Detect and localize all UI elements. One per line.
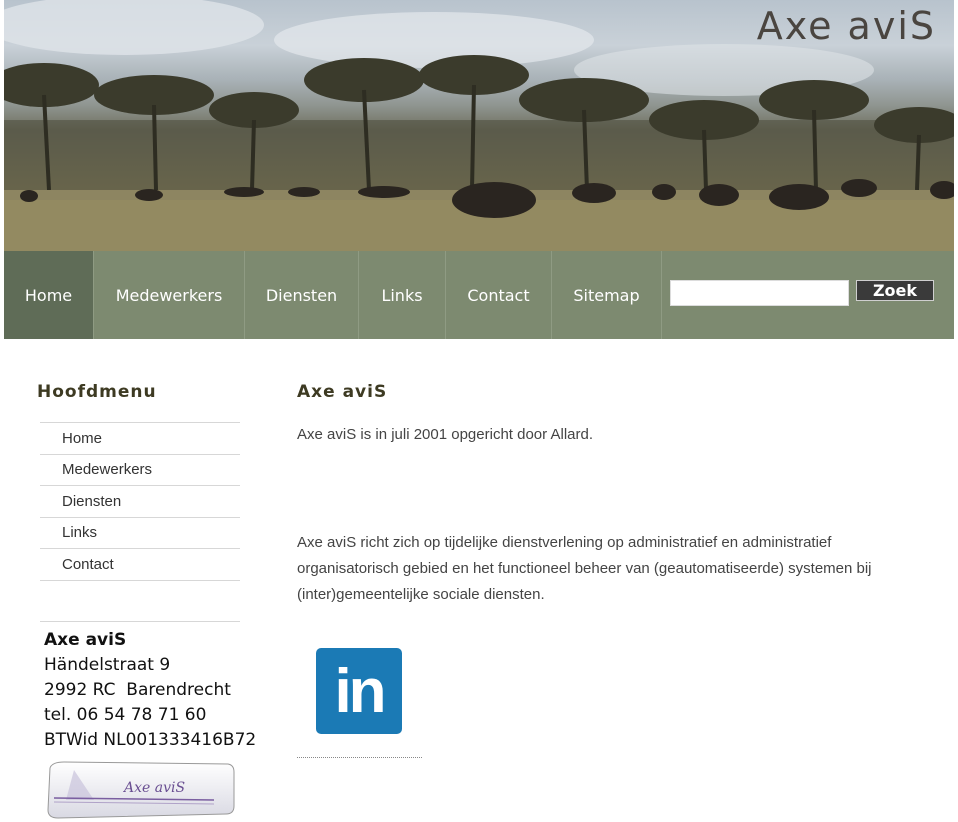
sidebar-item-label: Contact [62, 555, 114, 573]
nav-item-medewerkers[interactable]: Medewerkers [94, 251, 245, 339]
sidebar-item-contact[interactable]: Contact [40, 549, 240, 581]
sidebar-divider [40, 621, 240, 622]
sidebar-item-diensten[interactable]: Diensten [40, 486, 240, 518]
address-phone: tel. 06 54 78 71 60 [44, 705, 207, 725]
nav-item-home[interactable]: Home [4, 251, 94, 339]
main-navigation: Home Medewerkers Diensten Links Contact … [4, 251, 954, 339]
nav-item-diensten[interactable]: Diensten [245, 251, 359, 339]
intro-text: Axe aviS is in juli 2001 opgericht door … [297, 426, 594, 443]
header-banner: Axe aviS [4, 0, 954, 251]
page-title: Axe aviS [297, 382, 388, 402]
company-address: Axe aviS Händelstraat 9 2992 RC Barendre… [44, 628, 256, 753]
sidebar-item-label: Home [62, 429, 103, 447]
sidebar-item-label: Diensten [62, 492, 122, 510]
sidebar-item-links[interactable]: Links [40, 518, 240, 549]
nav-item-sitemap[interactable]: Sitemap [552, 251, 662, 339]
search-button[interactable]: Zoek [856, 280, 934, 301]
sidebar-item-label: Links [62, 524, 98, 542]
nav-item-links[interactable]: Links [359, 251, 446, 339]
description-text: Axe aviS richt zich op tijdelijke dienst… [297, 534, 872, 603]
logo-text: Axe aviS [122, 780, 185, 796]
address-street: Händelstraat 9 [44, 655, 171, 675]
company-logo: Axe aviS [47, 761, 235, 819]
nav-item-contact[interactable]: Contact [446, 251, 552, 339]
linkedin-icon[interactable]: in [316, 648, 402, 734]
search-input[interactable] [670, 280, 849, 306]
page: Axe aviS Home Medewerkers Diensten Links… [0, 0, 958, 822]
sidebar-title: Hoofdmenu [37, 382, 157, 402]
sidebar-item-medewerkers[interactable]: Medewerkers [40, 455, 240, 486]
address-city: 2992 RC Barendrecht [44, 680, 231, 700]
sidebar-item-home[interactable]: Home [40, 423, 240, 455]
sidebar-item-label: Medewerkers [62, 461, 153, 479]
address-company: Axe aviS [44, 630, 127, 650]
linkedin-icon-glyph: in [334, 656, 386, 726]
site-title: Axe aviS [756, 4, 936, 48]
sidebar-menu: Home Medewerkers Diensten Links Contact [40, 422, 240, 581]
address-vat: BTWid NL001333416B72 [44, 730, 257, 750]
content-divider [297, 757, 422, 758]
